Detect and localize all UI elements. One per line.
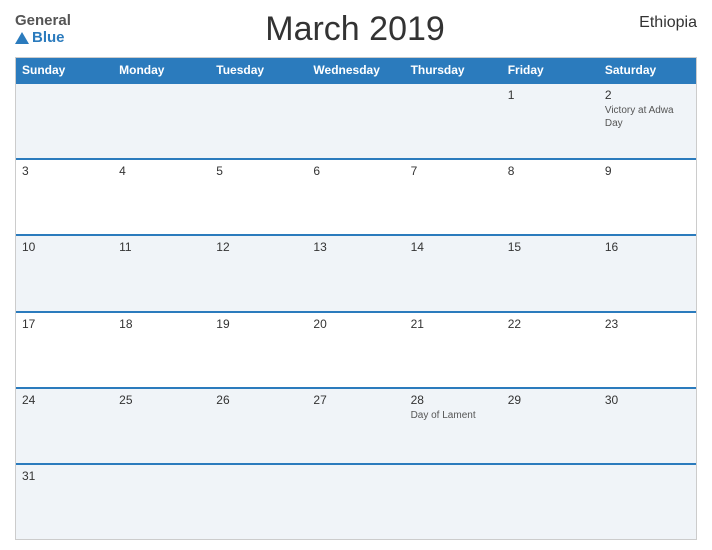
day-cell: 25	[113, 389, 210, 463]
day-number: 1	[508, 88, 593, 102]
day-number: 11	[119, 240, 204, 254]
logo-triangle-icon	[15, 32, 29, 44]
day-number: 26	[216, 393, 301, 407]
day-number: 3	[22, 164, 107, 178]
day-cell: 13	[307, 236, 404, 310]
day-cell: 29	[502, 389, 599, 463]
day-cell: 24	[16, 389, 113, 463]
day-cell: 17	[16, 313, 113, 387]
calendar: Sunday Monday Tuesday Wednesday Thursday…	[15, 57, 697, 540]
day-number: 13	[313, 240, 398, 254]
day-cell	[599, 465, 696, 539]
day-cell: 18	[113, 313, 210, 387]
day-cell	[113, 84, 210, 158]
day-cell: 2 Victory at Adwa Day	[599, 84, 696, 158]
day-number: 4	[119, 164, 204, 178]
day-cell: 7	[405, 160, 502, 234]
day-number: 14	[411, 240, 496, 254]
holiday-name: Victory at Adwa Day	[605, 104, 690, 130]
day-cell	[16, 84, 113, 158]
day-cell	[502, 465, 599, 539]
day-cell: 11	[113, 236, 210, 310]
day-cell: 28 Day of Lament	[405, 389, 502, 463]
day-number: 2	[605, 88, 690, 102]
country-label: Ethiopia	[639, 14, 697, 32]
day-number: 9	[605, 164, 690, 178]
day-number: 7	[411, 164, 496, 178]
day-cell: 5	[210, 160, 307, 234]
day-cell: 26	[210, 389, 307, 463]
day-cell	[210, 84, 307, 158]
day-number: 19	[216, 317, 301, 331]
day-number: 27	[313, 393, 398, 407]
week-row-6: 31	[16, 463, 696, 539]
day-cell: 16	[599, 236, 696, 310]
day-header-tuesday: Tuesday	[210, 58, 307, 82]
week-row-1: 12 Victory at Adwa Day	[16, 82, 696, 158]
day-cell: 31	[16, 465, 113, 539]
day-cell: 4	[113, 160, 210, 234]
day-number: 17	[22, 317, 107, 331]
day-cell: 3	[16, 160, 113, 234]
day-number: 22	[508, 317, 593, 331]
day-cell: 27	[307, 389, 404, 463]
day-number: 8	[508, 164, 593, 178]
day-cell: 30	[599, 389, 696, 463]
day-cell	[405, 84, 502, 158]
week-row-5: 24 25 26 27 28 Day of Lament 29 30	[16, 387, 696, 463]
header: General Blue March 2019 Ethiopia	[15, 10, 697, 49]
day-number: 18	[119, 317, 204, 331]
day-number: 20	[313, 317, 398, 331]
day-cell: 15	[502, 236, 599, 310]
day-number: 10	[22, 240, 107, 254]
day-cell: 21	[405, 313, 502, 387]
day-headers-row: Sunday Monday Tuesday Wednesday Thursday…	[16, 58, 696, 82]
day-cell: 20	[307, 313, 404, 387]
day-number: 29	[508, 393, 593, 407]
day-cell	[113, 465, 210, 539]
day-cell	[307, 465, 404, 539]
day-cell	[405, 465, 502, 539]
day-number: 5	[216, 164, 301, 178]
day-cell: 1	[502, 84, 599, 158]
calendar-title: March 2019	[71, 10, 639, 49]
day-cell: 19	[210, 313, 307, 387]
day-cell: 6	[307, 160, 404, 234]
day-header-friday: Friday	[502, 58, 599, 82]
day-header-saturday: Saturday	[599, 58, 696, 82]
day-number: 31	[22, 469, 107, 483]
day-cell	[307, 84, 404, 158]
day-number: 23	[605, 317, 690, 331]
week-row-2: 3456789	[16, 158, 696, 234]
day-cell: 10	[16, 236, 113, 310]
holiday-name: Day of Lament	[411, 409, 496, 422]
day-number: 25	[119, 393, 204, 407]
day-cell: 22	[502, 313, 599, 387]
logo-general-text: General	[15, 13, 71, 30]
day-cell	[210, 465, 307, 539]
day-number: 15	[508, 240, 593, 254]
week-row-3: 10 11 12 13 14 15 16	[16, 234, 696, 310]
day-cell: 14	[405, 236, 502, 310]
calendar-weeks: 12Victory at Adwa Day3456789101112131415…	[16, 82, 696, 539]
day-header-wednesday: Wednesday	[307, 58, 404, 82]
day-number: 6	[313, 164, 398, 178]
day-cell: 12	[210, 236, 307, 310]
day-header-sunday: Sunday	[16, 58, 113, 82]
day-header-thursday: Thursday	[405, 58, 502, 82]
day-number: 12	[216, 240, 301, 254]
day-header-monday: Monday	[113, 58, 210, 82]
day-number: 24	[22, 393, 107, 407]
day-number: 28	[411, 393, 496, 407]
week-row-4: 17 18 19 20 21 22 23	[16, 311, 696, 387]
day-cell: 8	[502, 160, 599, 234]
logo-blue-text: Blue	[15, 30, 71, 47]
logo: General Blue	[15, 13, 71, 46]
day-cell: 9	[599, 160, 696, 234]
day-number: 30	[605, 393, 690, 407]
day-number: 16	[605, 240, 690, 254]
day-number: 21	[411, 317, 496, 331]
day-cell: 23	[599, 313, 696, 387]
